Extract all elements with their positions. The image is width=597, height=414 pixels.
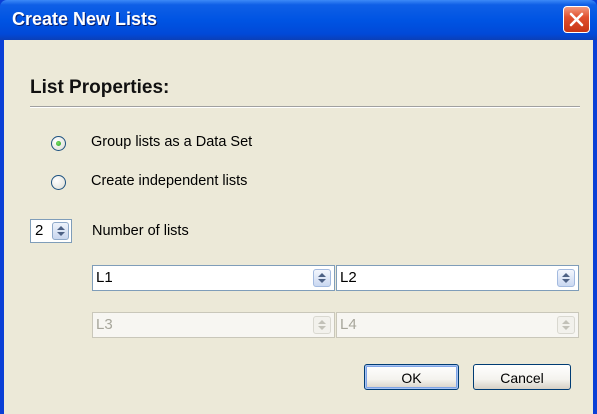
group-as-data-set-label: Group lists as a Data Set [91,134,253,150]
close-button[interactable] [563,6,590,33]
group-as-data-set-radio[interactable] [51,136,66,151]
number-of-lists-value: 2 [35,222,44,239]
independent-lists-option[interactable]: Create independent lists [51,173,311,195]
close-icon [569,12,584,27]
radio-selected-dot [56,141,61,146]
separator [30,106,580,108]
list-1-combo[interactable]: L1 [92,265,335,291]
spinner-arrows[interactable] [52,222,69,240]
up-down-arrow-icon [562,320,570,330]
list-2-dropdown-button[interactable] [557,269,575,287]
up-down-arrow-icon [562,273,570,283]
dialog-body: List Properties: Group lists as a Data S… [4,40,593,414]
list-3-value: L3 [96,316,113,333]
list-3-dropdown-button [313,316,331,334]
ok-button[interactable]: OK [364,364,459,390]
list-4-value: L4 [340,316,357,333]
list-3-combo: L3 [92,312,335,338]
list-1-value: L1 [96,269,113,286]
number-of-lists-spinner[interactable]: 2 [30,219,72,243]
list-2-combo[interactable]: L2 [336,265,579,291]
title-bar[interactable]: Create New Lists [0,0,597,40]
number-of-lists-label: Number of lists [92,223,189,239]
create-new-lists-dialog: Create New Lists List Properties: Group … [0,0,597,414]
up-down-arrow-icon [318,273,326,283]
list-1-dropdown-button[interactable] [313,269,331,287]
list-4-combo: L4 [336,312,579,338]
list-2-value: L2 [340,269,357,286]
cancel-button[interactable]: Cancel [473,364,571,390]
independent-lists-label: Create independent lists [91,173,248,189]
independent-lists-radio[interactable] [51,175,66,190]
list-properties-heading: List Properties: [30,77,170,98]
dialog-title: Create New Lists [12,9,158,29]
group-as-data-set-option[interactable]: Group lists as a Data Set [51,134,311,156]
spinner-up-down-icon [57,226,65,236]
up-down-arrow-icon [318,320,326,330]
list-4-dropdown-button [557,316,575,334]
